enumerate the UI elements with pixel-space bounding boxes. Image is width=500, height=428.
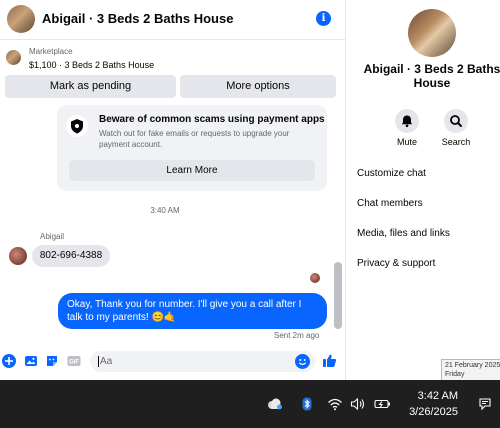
image-icon[interactable]: [24, 354, 38, 368]
svg-text:GIF: GIF: [69, 360, 79, 366]
tooltip-day: Friday: [445, 371, 465, 378]
thumbs-up-icon[interactable]: [322, 353, 337, 373]
scam-warning-body: Watch out for fake emails or requests to…: [99, 129, 290, 149]
learn-more-button[interactable]: Learn More: [69, 160, 315, 181]
details-avatar[interactable]: [408, 9, 456, 57]
mark-as-pending-button[interactable]: Mark as pending: [5, 75, 176, 98]
date-tooltip: 21 February 2025 Friday: [441, 359, 500, 381]
search-button[interactable]: [444, 109, 468, 133]
message-input[interactable]: Aa: [90, 351, 315, 372]
scam-warning-title: Beware of common scams using payment app…: [99, 114, 325, 125]
incoming-message-bubble[interactable]: 802-696-4388: [32, 245, 110, 267]
chat-pane: Abigail · 3 Beds 2 Baths House i Marketp…: [0, 0, 345, 380]
taskbar: 3:42 AM 3/26/2025: [0, 380, 500, 428]
taskbar-date[interactable]: 3/26/2025: [392, 406, 458, 418]
marketplace-label: Marketplace: [29, 47, 73, 56]
more-options-button[interactable]: More options: [180, 75, 336, 98]
sent-status: Sent 2m ago: [274, 331, 320, 340]
mute-label: Mute: [396, 137, 417, 147]
details-panel: Abigail · 3 Beds 2 Baths House Mute Sear…: [346, 0, 500, 380]
details-title: Abigail · 3 Beds 2 Baths House: [363, 62, 500, 90]
weather-icon[interactable]: [266, 397, 282, 411]
sender-name: Abigail: [40, 232, 65, 241]
scam-warning-card: Beware of common scams using payment app…: [57, 105, 327, 191]
tooltip-date: 21 February 2025: [445, 362, 500, 369]
text-caret: [98, 356, 99, 367]
chat-header: Abigail · 3 Beds 2 Baths House i: [0, 0, 345, 40]
search-label: Search: [441, 137, 471, 147]
volume-icon[interactable]: [350, 397, 366, 411]
sticker-icon[interactable]: [45, 354, 59, 368]
outgoing-message-bubble[interactable]: Okay, Thank you for number. I'll give yo…: [58, 293, 327, 329]
menu-item-privacy-support[interactable]: Privacy & support: [357, 258, 435, 269]
listing-title[interactable]: $1,100 · 3 Beds 2 Baths House: [29, 60, 154, 70]
taskbar-time[interactable]: 3:42 AM: [402, 390, 458, 402]
battery-icon[interactable]: [374, 397, 390, 411]
mute-button[interactable]: [395, 109, 419, 133]
shield-icon: [66, 115, 88, 137]
bluetooth-icon[interactable]: [300, 397, 316, 411]
emoji-icon[interactable]: [295, 354, 310, 369]
search-icon: [450, 115, 462, 127]
time-separator: 3:40 AM: [150, 206, 180, 215]
menu-item-chat-members[interactable]: Chat members: [357, 198, 423, 209]
plus-icon[interactable]: [2, 354, 16, 368]
wifi-icon[interactable]: [327, 397, 343, 411]
bell-icon: [401, 115, 413, 128]
conversation-title[interactable]: Abigail · 3 Beds 2 Baths House: [42, 11, 233, 26]
info-icon[interactable]: i: [316, 11, 331, 26]
listing-thumbnail[interactable]: [6, 50, 21, 65]
conversation-avatar[interactable]: [7, 5, 35, 33]
notification-icon[interactable]: [478, 397, 492, 411]
sender-avatar[interactable]: [9, 247, 27, 265]
seen-indicator-avatar: [310, 273, 320, 283]
menu-item-media-files-links[interactable]: Media, files and links: [357, 228, 450, 239]
menu-item-customize-chat[interactable]: Customize chat: [357, 168, 426, 179]
scrollbar-thumb[interactable]: [334, 262, 342, 329]
message-input-placeholder: Aa: [100, 356, 113, 367]
gif-icon[interactable]: GIF: [67, 354, 81, 368]
